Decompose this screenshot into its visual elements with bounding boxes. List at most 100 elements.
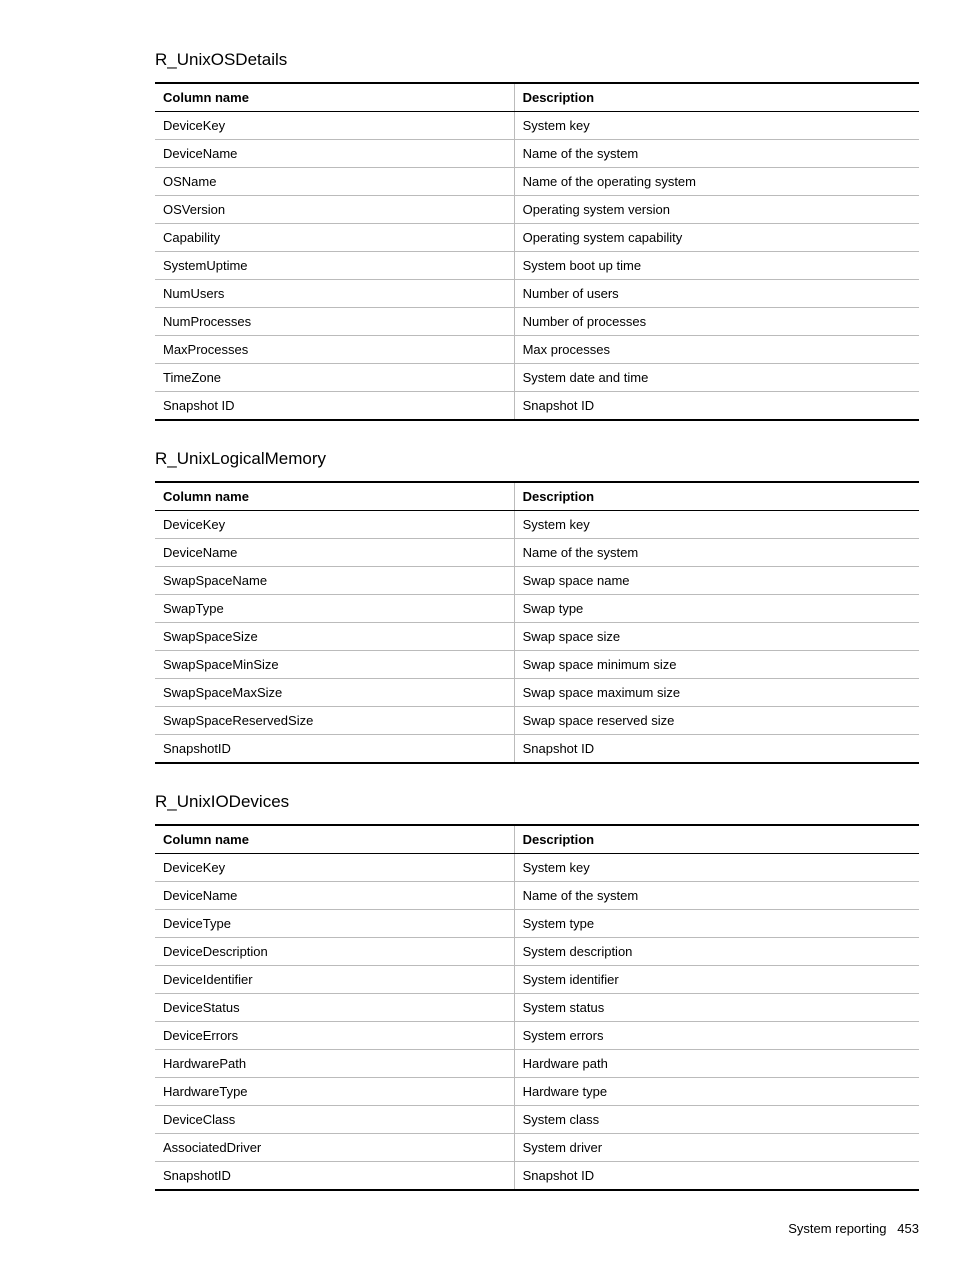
cell-col2: System driver (514, 1134, 919, 1162)
table-row: DeviceNameName of the system (155, 539, 919, 567)
table-row: Snapshot IDSnapshot ID (155, 392, 919, 421)
cell-col2: Operating system capability (514, 224, 919, 252)
cell-col1: Snapshot ID (155, 392, 514, 421)
table-header-col1: Column name (155, 825, 514, 854)
table-row: DeviceDescriptionSystem description (155, 938, 919, 966)
cell-col2: System boot up time (514, 252, 919, 280)
section-title: R_UnixOSDetails (155, 50, 919, 70)
table-row: SwapSpaceMinSizeSwap space minimum size (155, 651, 919, 679)
cell-col1: SnapshotID (155, 1162, 514, 1191)
cell-col1: SwapType (155, 595, 514, 623)
table-row: HardwarePathHardware path (155, 1050, 919, 1078)
cell-col1: HardwarePath (155, 1050, 514, 1078)
table-header-col2: Description (514, 83, 919, 112)
table-row: SwapSpaceMaxSizeSwap space maximum size (155, 679, 919, 707)
cell-col1: SnapshotID (155, 735, 514, 764)
cell-col2: Hardware type (514, 1078, 919, 1106)
cell-col1: HardwareType (155, 1078, 514, 1106)
table-row: DeviceIdentifierSystem identifier (155, 966, 919, 994)
cell-col2: Name of the operating system (514, 168, 919, 196)
table-header-row: Column name Description (155, 825, 919, 854)
cell-col2: Name of the system (514, 882, 919, 910)
table-row: OSVersionOperating system version (155, 196, 919, 224)
table-row: TimeZoneSystem date and time (155, 364, 919, 392)
footer-page-number: 453 (897, 1221, 919, 1236)
cell-col2: System key (514, 112, 919, 140)
table-row: DeviceTypeSystem type (155, 910, 919, 938)
table-row: SwapTypeSwap type (155, 595, 919, 623)
cell-col2: Swap space maximum size (514, 679, 919, 707)
cell-col1: DeviceDescription (155, 938, 514, 966)
table-row: NumProcessesNumber of processes (155, 308, 919, 336)
cell-col1: MaxProcesses (155, 336, 514, 364)
cell-col2: System errors (514, 1022, 919, 1050)
table-row: DeviceErrorsSystem errors (155, 1022, 919, 1050)
cell-col1: SwapSpaceName (155, 567, 514, 595)
cell-col2: System identifier (514, 966, 919, 994)
table-row: HardwareTypeHardware type (155, 1078, 919, 1106)
cell-col2: System class (514, 1106, 919, 1134)
cell-col2: System key (514, 854, 919, 882)
cell-col2: Swap space name (514, 567, 919, 595)
cell-col1: OSVersion (155, 196, 514, 224)
cell-col1: DeviceKey (155, 854, 514, 882)
cell-col2: Swap space reserved size (514, 707, 919, 735)
cell-col2: Operating system version (514, 196, 919, 224)
table-row: AssociatedDriverSystem driver (155, 1134, 919, 1162)
table-row: OSNameName of the operating system (155, 168, 919, 196)
section-title: R_UnixLogicalMemory (155, 449, 919, 469)
cell-col2: Name of the system (514, 140, 919, 168)
table-header-col2: Description (514, 482, 919, 511)
cell-col2: Swap space minimum size (514, 651, 919, 679)
table-row: SwapSpaceReservedSizeSwap space reserved… (155, 707, 919, 735)
cell-col2: Number of processes (514, 308, 919, 336)
cell-col2: Swap type (514, 595, 919, 623)
page-footer: System reporting 453 (155, 1221, 919, 1236)
cell-col1: DeviceIdentifier (155, 966, 514, 994)
table-row: DeviceNameName of the system (155, 140, 919, 168)
cell-col2: System date and time (514, 364, 919, 392)
table-unix-io-devices: Column name Description DeviceKeySystem … (155, 824, 919, 1191)
table-row: SnapshotIDSnapshot ID (155, 735, 919, 764)
section-title: R_UnixIODevices (155, 792, 919, 812)
table-header-col2: Description (514, 825, 919, 854)
table-unix-os-details: Column name Description DeviceKeySystem … (155, 82, 919, 421)
cell-col1: DeviceKey (155, 112, 514, 140)
table-row: DeviceClassSystem class (155, 1106, 919, 1134)
cell-col1: AssociatedDriver (155, 1134, 514, 1162)
cell-col1: NumProcesses (155, 308, 514, 336)
cell-col1: OSName (155, 168, 514, 196)
cell-col1: DeviceErrors (155, 1022, 514, 1050)
cell-col1: TimeZone (155, 364, 514, 392)
cell-col1: DeviceType (155, 910, 514, 938)
cell-col1: SwapSpaceSize (155, 623, 514, 651)
table-row: CapabilityOperating system capability (155, 224, 919, 252)
table-row: MaxProcessesMax processes (155, 336, 919, 364)
cell-col2: Snapshot ID (514, 392, 919, 421)
table-row: DeviceKeySystem key (155, 511, 919, 539)
cell-col2: System description (514, 938, 919, 966)
table-header-col1: Column name (155, 83, 514, 112)
table-unix-logical-memory: Column name Description DeviceKeySystem … (155, 481, 919, 764)
cell-col2: Snapshot ID (514, 1162, 919, 1191)
cell-col2: System key (514, 511, 919, 539)
cell-col2: System status (514, 994, 919, 1022)
cell-col1: NumUsers (155, 280, 514, 308)
table-row: SnapshotIDSnapshot ID (155, 1162, 919, 1191)
table-header-row: Column name Description (155, 482, 919, 511)
cell-col2: System type (514, 910, 919, 938)
cell-col2: Name of the system (514, 539, 919, 567)
table-row: SwapSpaceSizeSwap space size (155, 623, 919, 651)
page-content: R_UnixOSDetails Column name Description … (0, 0, 954, 1256)
table-row: DeviceNameName of the system (155, 882, 919, 910)
cell-col1: DeviceClass (155, 1106, 514, 1134)
cell-col1: DeviceName (155, 140, 514, 168)
table-row: DeviceKeySystem key (155, 854, 919, 882)
table-header-col1: Column name (155, 482, 514, 511)
cell-col1: SystemUptime (155, 252, 514, 280)
cell-col1: DeviceName (155, 539, 514, 567)
table-row: SwapSpaceNameSwap space name (155, 567, 919, 595)
cell-col2: Max processes (514, 336, 919, 364)
cell-col2: Swap space size (514, 623, 919, 651)
cell-col1: DeviceKey (155, 511, 514, 539)
